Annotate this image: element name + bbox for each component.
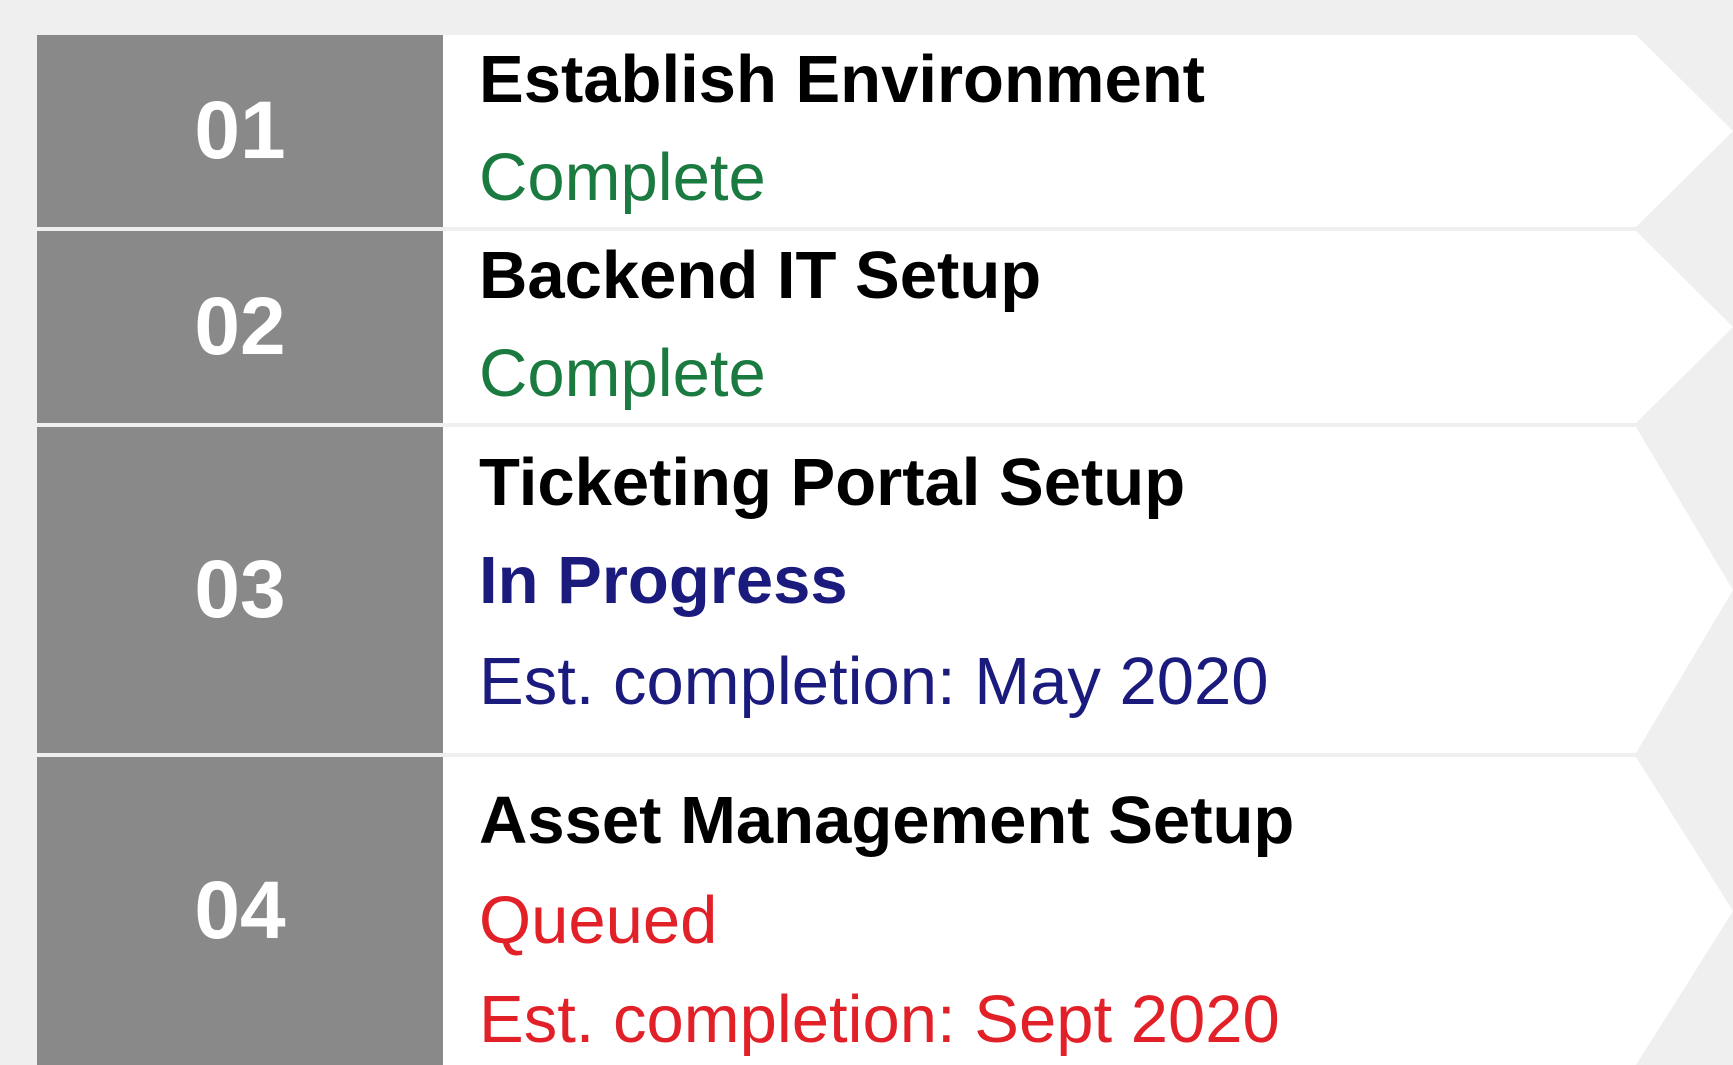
step-number-box-3: 03 xyxy=(37,427,443,753)
step-row-1: 01 Establish Environment Complete xyxy=(37,35,1733,227)
step-content-3: Ticketing Portal Setup In Progress Est. … xyxy=(479,427,1679,753)
step-title-2: Backend IT Setup xyxy=(479,238,1042,313)
step-row-4: 04 Asset Management Setup Queued Est. co… xyxy=(37,757,1733,1065)
step-number-box-4: 04 xyxy=(37,757,443,1065)
step-title-4: Asset Management Setup xyxy=(479,783,1295,858)
step-status-2: Complete xyxy=(479,336,766,411)
step-row-3: 03 Ticketing Portal Setup In Progress Es… xyxy=(37,427,1733,753)
step-number-1: 01 xyxy=(194,85,286,176)
step-number-box-2: 02 xyxy=(37,231,443,423)
step-content-2: Backend IT Setup Complete xyxy=(479,231,1679,423)
step-number-2: 02 xyxy=(194,281,286,372)
step-row-2: 02 Backend IT Setup Complete xyxy=(37,231,1733,423)
step-note-4: Est. completion: Sept 2020 xyxy=(479,982,1280,1057)
step-content-1: Establish Environment Complete xyxy=(479,35,1679,227)
step-number-box-1: 01 xyxy=(37,35,443,227)
step-content-4: Asset Management Setup Queued Est. compl… xyxy=(479,757,1679,1065)
step-title-3: Ticketing Portal Setup xyxy=(479,445,1186,520)
step-status-1: Complete xyxy=(479,140,766,215)
step-status-4: Queued xyxy=(479,883,718,958)
step-number-3: 03 xyxy=(194,544,286,635)
step-status-3: In Progress xyxy=(479,543,848,618)
step-number-4: 04 xyxy=(194,865,286,956)
step-title-1: Establish Environment xyxy=(479,42,1205,117)
step-note-3: Est. completion: May 2020 xyxy=(479,644,1269,719)
